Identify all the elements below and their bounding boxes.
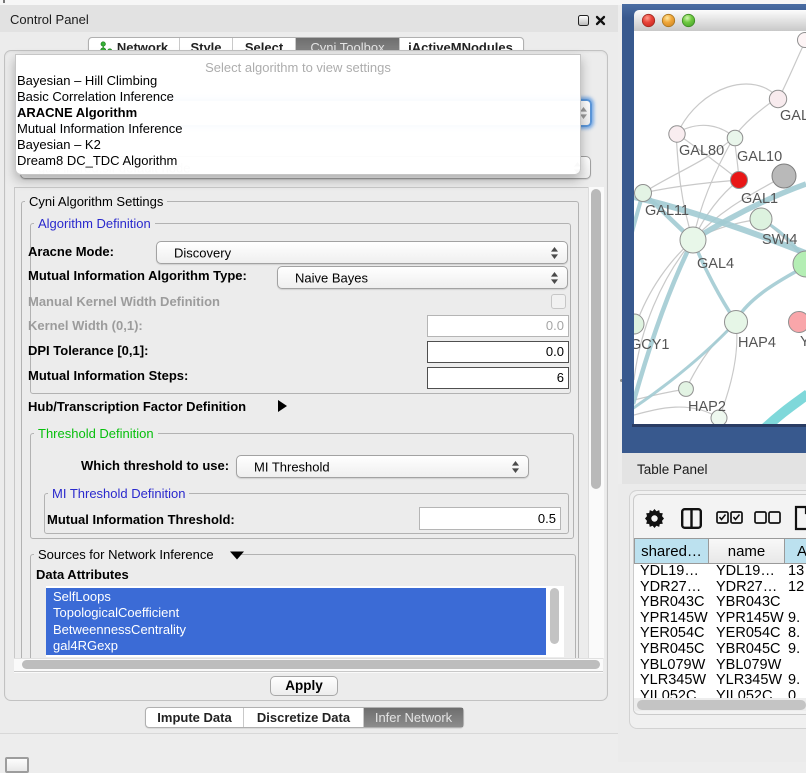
- svg-text:GAL11: GAL11: [645, 203, 689, 219]
- svg-text:Y: Y: [800, 334, 806, 350]
- svg-text:GAL10: GAL10: [737, 149, 782, 165]
- svg-text:GAL1: GAL1: [741, 191, 778, 207]
- svg-text:HAP4: HAP4: [738, 335, 776, 351]
- svg-text:GCY1: GCY1: [634, 337, 670, 353]
- svg-text:GAL80: GAL80: [679, 143, 724, 159]
- svg-text:GAL4: GAL4: [697, 256, 734, 272]
- svg-text:GAL: GAL: [780, 108, 806, 124]
- svg-text:HAP2: HAP2: [688, 399, 726, 415]
- svg-text:SWI4: SWI4: [762, 232, 797, 248]
